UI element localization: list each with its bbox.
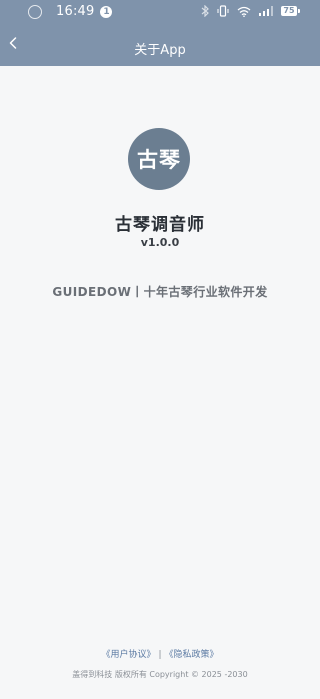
status-left: 16:49 1 — [28, 4, 113, 19]
circle-icon — [28, 4, 42, 19]
company-tagline: GUIDEDOW丨十年古琴行业软件开发 — [52, 285, 268, 299]
user-agreement-link[interactable]: 《用户协议》 — [101, 650, 155, 660]
wifi-icon — [237, 6, 251, 17]
battery-icon: 75 — [281, 6, 300, 16]
app-version: v1.0.0 — [140, 236, 180, 249]
footer-separator: | — [158, 650, 162, 660]
page-title: 关于App — [134, 43, 186, 58]
bluetooth-icon — [201, 5, 209, 17]
app-header: 16:49 1 75 关于App — [0, 0, 320, 66]
status-bar: 16:49 1 75 — [0, 0, 320, 26]
nav-bar: 关于App — [0, 30, 320, 66]
privacy-policy-link[interactable]: 《隐私政策》 — [165, 650, 219, 660]
battery-tip — [298, 9, 300, 13]
status-right: 75 — [201, 5, 300, 17]
notification-badge: 1 — [100, 5, 113, 18]
footer-links: 《用户协议》 | 《隐私政策》 — [0, 647, 320, 660]
signal-icon — [259, 6, 273, 16]
app-name: 古琴调音师 — [115, 215, 205, 235]
vibrate-icon — [217, 5, 229, 17]
logo-text: 古琴 — [137, 147, 181, 172]
status-time: 16:49 — [56, 4, 95, 19]
battery-level: 75 — [281, 6, 297, 16]
app-logo: 古琴 — [128, 128, 190, 190]
copyright-text: 盖得到科技 版权所有 Copyright © 2025 -2030 — [72, 670, 248, 679]
